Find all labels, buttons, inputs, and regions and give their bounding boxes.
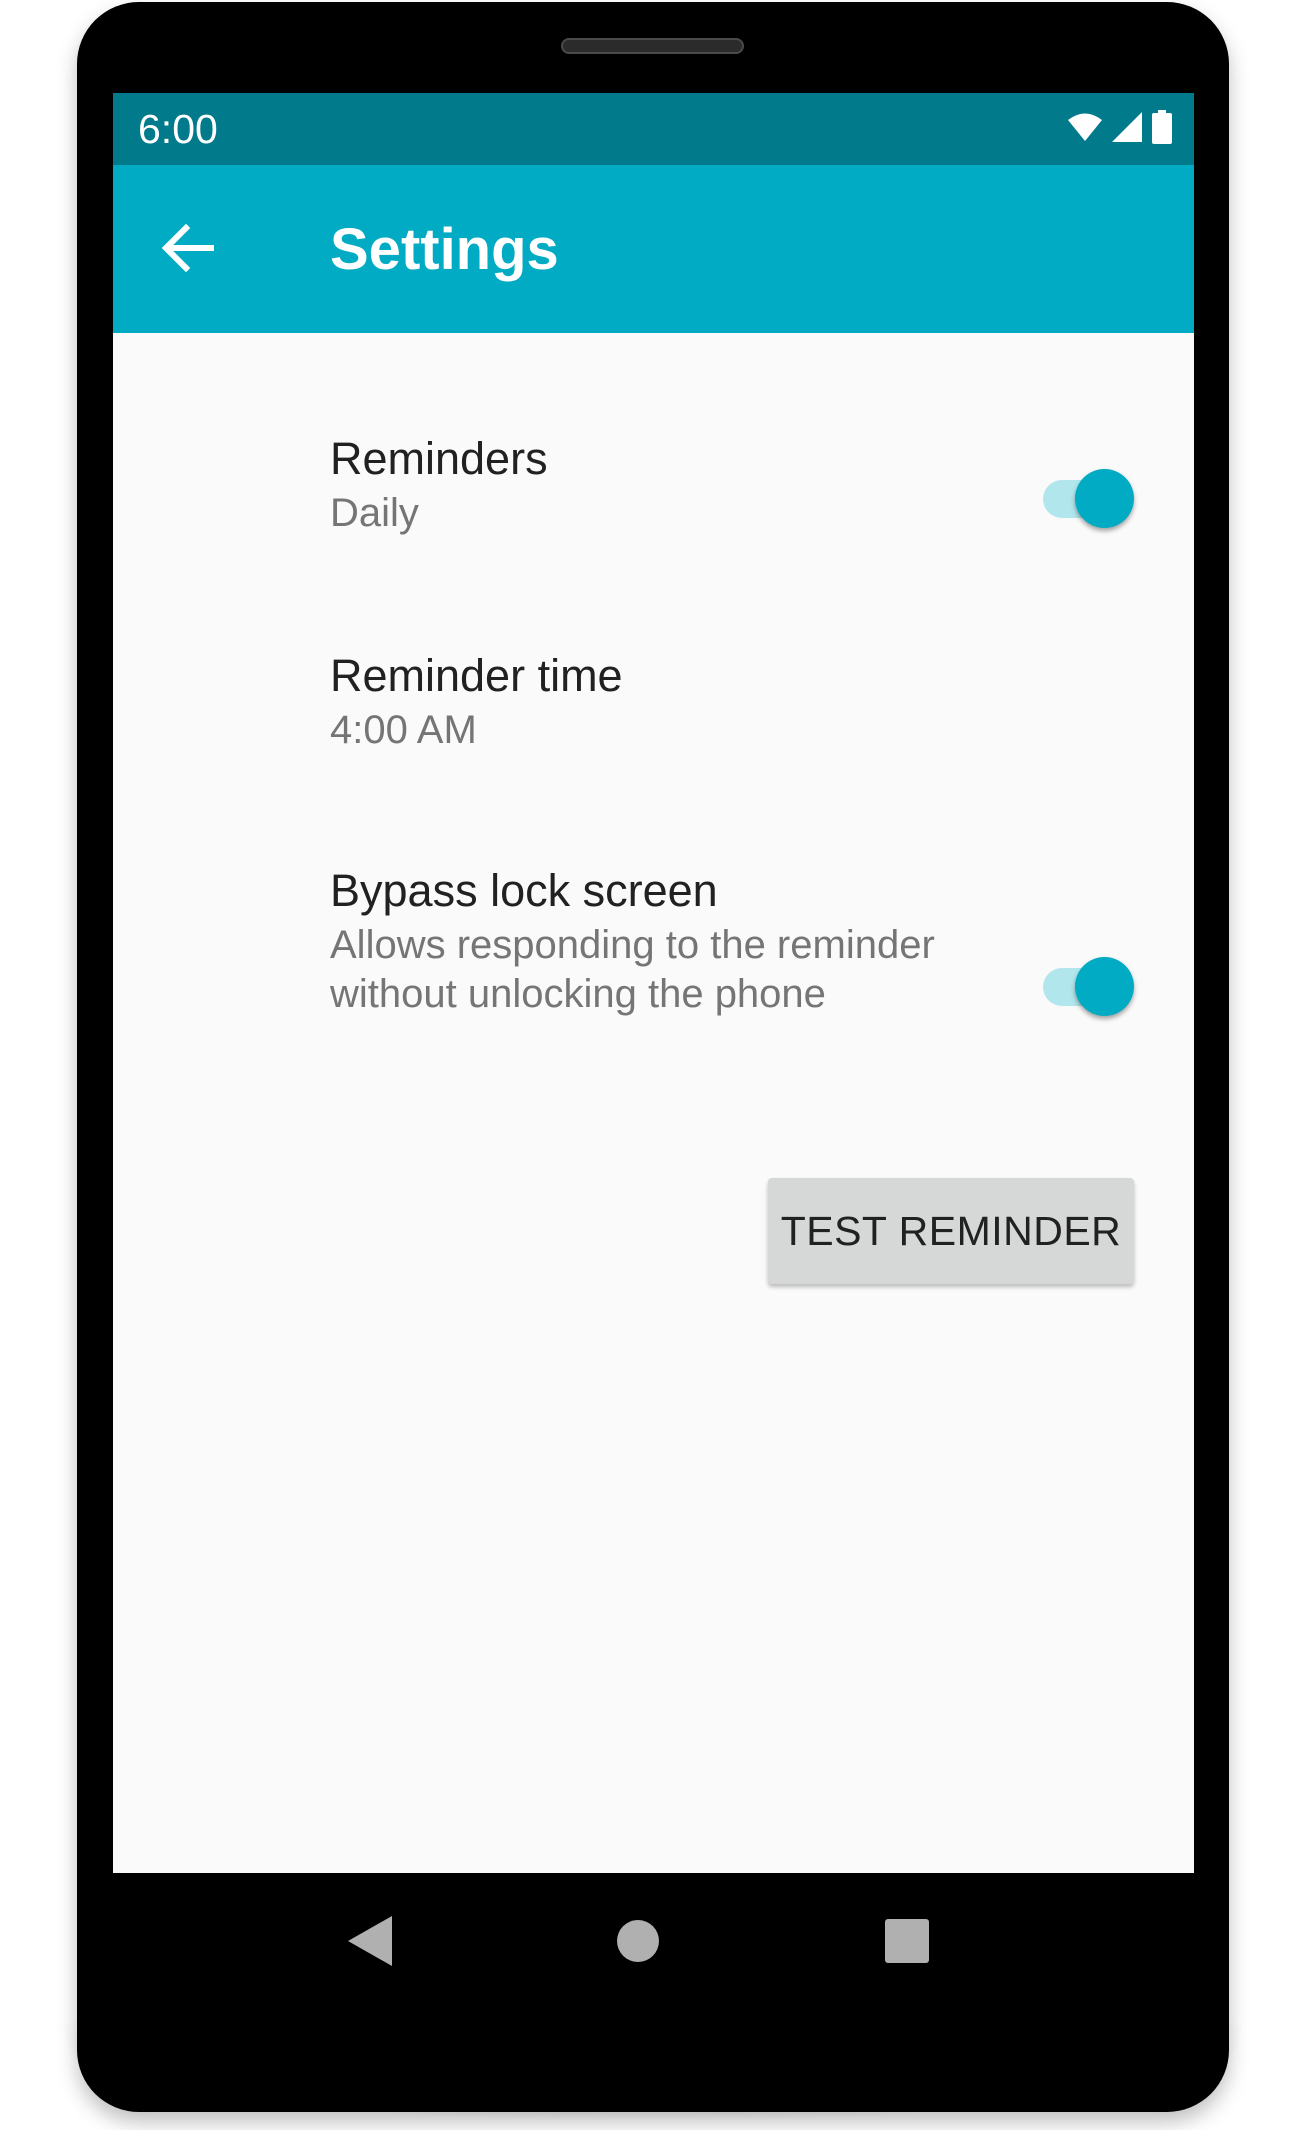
screen: 6:00 Settings Reminders Daily Reminder t…: [113, 93, 1194, 1873]
phone-body: 6:00 Settings Reminders Daily Reminder t…: [77, 2, 1229, 2112]
preference-title: Reminder time: [330, 650, 623, 701]
cellular-signal-icon: [1112, 111, 1142, 147]
back-button[interactable]: [153, 215, 223, 285]
device-frame-stage: 6:00 Settings Reminders Daily Reminder t…: [0, 0, 1305, 2130]
test-reminder-button[interactable]: TEST REMINDER: [768, 1178, 1134, 1284]
bypass-lock-screen-switch[interactable]: [1039, 949, 1135, 1016]
earpiece-speaker: [561, 38, 744, 54]
back-triangle-icon: [348, 1915, 392, 1971]
status-bar: 6:00: [113, 93, 1194, 165]
switch-thumb: [1075, 469, 1134, 528]
status-icons: [1068, 107, 1172, 151]
preference-title: Bypass lock screen: [330, 865, 718, 916]
preference-title: Reminders: [330, 433, 548, 484]
status-time: 6:00: [138, 106, 218, 152]
wifi-icon: [1068, 113, 1102, 146]
home-circle-icon: [616, 1919, 660, 1968]
arrow-back-icon: [161, 223, 215, 277]
app-bar: Settings: [113, 165, 1194, 333]
preference-reminder-time[interactable]: Reminder time 4:00 AM: [113, 650, 1194, 790]
switch-thumb: [1075, 957, 1134, 1016]
preference-bypass-lock-screen[interactable]: Bypass lock screen Allows responding to …: [113, 865, 1194, 1095]
nav-home-button[interactable]: [603, 1908, 673, 1978]
reminders-switch[interactable]: [1039, 461, 1135, 528]
recents-square-icon: [885, 1918, 929, 1968]
preference-reminders[interactable]: Reminders Daily: [113, 433, 1194, 583]
nav-recents-button[interactable]: [872, 1908, 942, 1978]
preference-summary: Allows responding to the reminder withou…: [330, 923, 935, 1016]
nav-back-button[interactable]: [335, 1908, 405, 1978]
preference-summary: Daily: [330, 491, 419, 535]
page-title: Settings: [330, 217, 559, 282]
navigation-bar: [77, 1870, 1229, 2020]
battery-icon: [1152, 109, 1172, 149]
preference-summary: 4:00 AM: [330, 708, 477, 752]
